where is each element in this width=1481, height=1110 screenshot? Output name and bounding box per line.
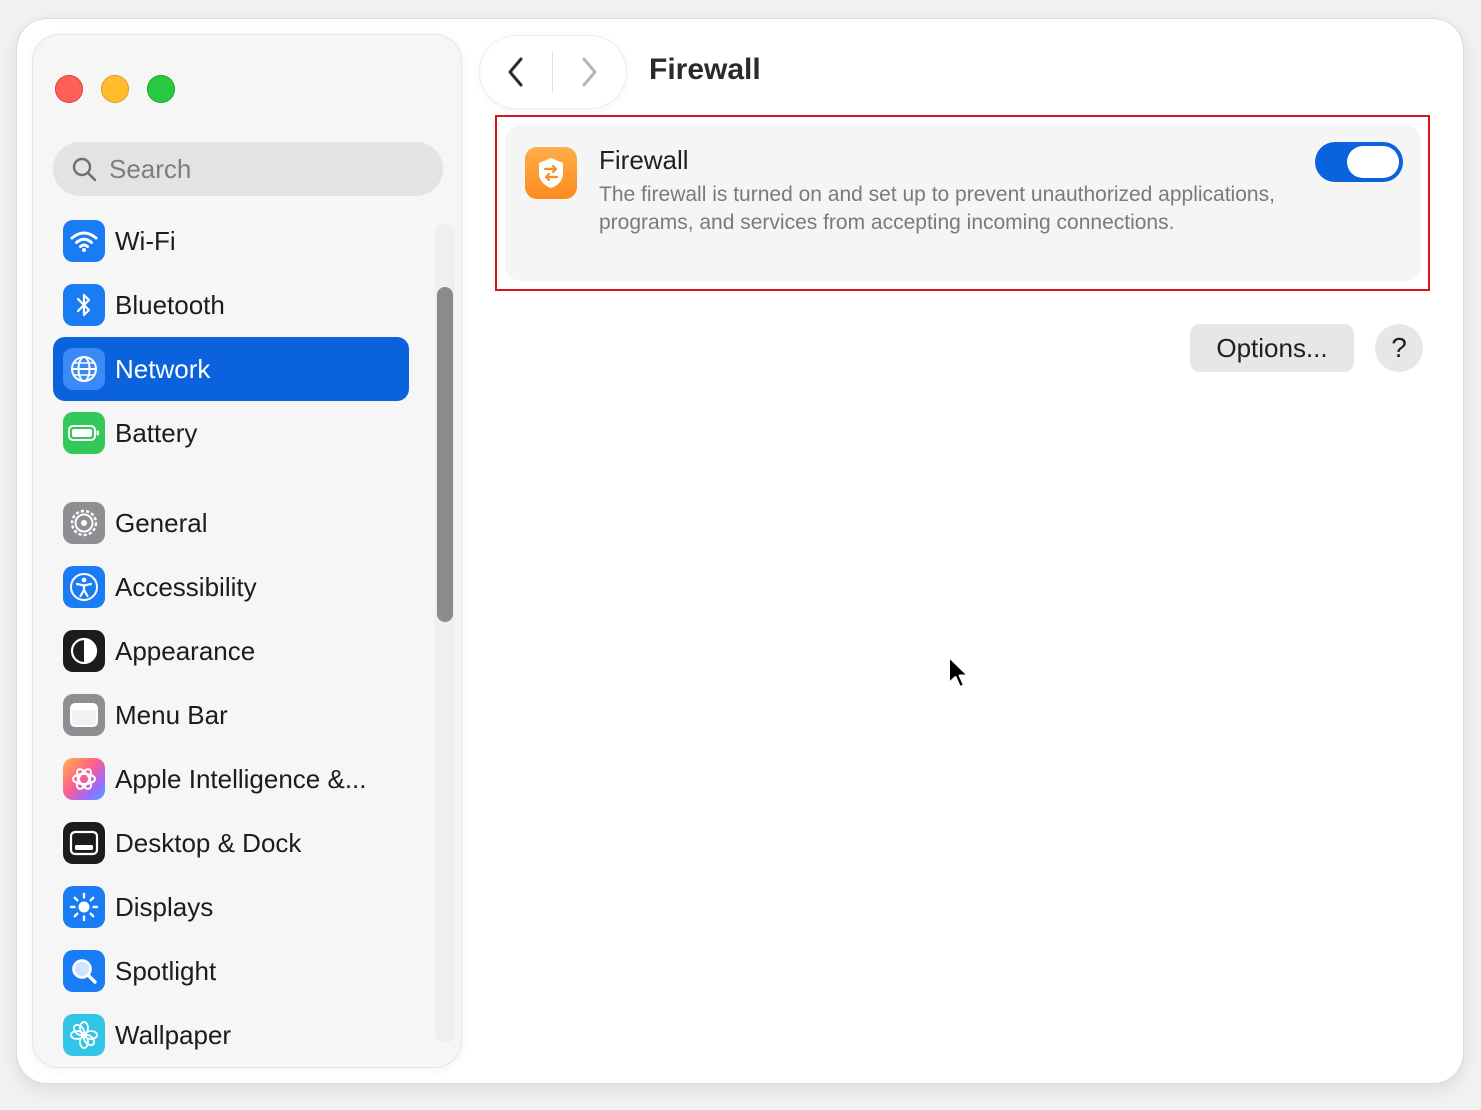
sidebar-item-wallpaper[interactable]: Wallpaper [53,1003,409,1067]
sidebar-item-label: Bluetooth [115,289,225,320]
page-title: Firewall [649,53,761,86]
help-button[interactable]: ? [1375,324,1423,372]
sidebar-item-desktop-dock[interactable]: Desktop & Dock [53,811,409,875]
displays-icon [63,886,105,928]
sidebar-item-general[interactable]: General [53,491,409,555]
firewall-icon [525,147,577,199]
sidebar-item-label: Desktop & Dock [115,827,302,858]
sidebar-item-bluetooth[interactable]: Bluetooth [53,273,409,337]
sidebar-scrollbar-thumb[interactable] [437,287,453,622]
appearance-icon [63,630,105,672]
forward-button[interactable] [553,36,625,108]
firewall-title: Firewall [599,145,689,175]
firewall-card: Firewall The firewall is turned on and s… [505,125,1421,281]
accessibility-icon [63,566,105,608]
sidebar-item-displays[interactable]: Displays [53,875,409,939]
sidebar-item-appearance[interactable]: Appearance [53,619,409,683]
toggle-knob [1347,146,1399,178]
sidebar-item-label: Apple Intelligence &... [115,763,367,794]
sidebar-item-label: Network [115,353,211,384]
globe-icon [63,348,105,390]
search-placeholder: Search [109,153,192,184]
sidebar-item-wifi[interactable]: Wi-Fi [53,209,409,273]
search-icon [71,156,97,182]
sidebar-item-network[interactable]: Network [53,337,409,401]
minimize-window-button[interactable] [101,75,129,103]
history-nav [480,36,626,108]
menubar-icon [63,694,105,736]
firewall-toggle[interactable] [1315,142,1403,182]
settings-window: Search Wi-Fi Bluetooth Network Battery G… [17,19,1463,1083]
sidebar-item-accessibility[interactable]: Accessibility [53,555,409,619]
sidebar-item-label: Wallpaper [115,1019,232,1050]
sidebar-item-label: Spotlight [115,955,217,986]
sidebar-item-label: Accessibility [115,571,257,602]
sidebar-item-spotlight[interactable]: Spotlight [53,939,409,1003]
apple-intelligence-icon [63,758,105,800]
sidebar-item-label: Menu Bar [115,699,228,730]
sidebar-item-menu-bar[interactable]: Menu Bar [53,683,409,747]
bluetooth-icon [63,284,105,326]
sidebar-item-label: Appearance [115,635,256,666]
sidebar-item-label: Battery [115,417,198,448]
chevron-left-icon [508,57,523,87]
mouse-pointer-icon [948,656,969,688]
firewall-description: The firewall is turned on and set up to … [599,183,1275,234]
zoom-window-button[interactable] [147,75,175,103]
wallpaper-icon [63,1014,105,1056]
close-window-button[interactable] [55,75,83,103]
wifi-icon [63,220,105,262]
options-button[interactable]: Options... [1190,324,1354,372]
sidebar-item-label: Wi-Fi [115,225,176,256]
search-field[interactable]: Search [53,142,443,196]
sidebar-item-label: Displays [115,891,214,922]
sidebar-item-label: General [115,507,208,538]
gear-icon [63,502,105,544]
sidebar-item-apple-intelligence[interactable]: Apple Intelligence &... [53,747,409,811]
chevron-right-icon [582,57,597,87]
sidebar: Search Wi-Fi Bluetooth Network Battery G… [33,35,461,1067]
sidebar-item-battery[interactable]: Battery [53,401,409,465]
dock-icon [63,822,105,864]
back-button[interactable] [480,36,552,108]
battery-icon [63,412,105,454]
spotlight-icon [63,950,105,992]
